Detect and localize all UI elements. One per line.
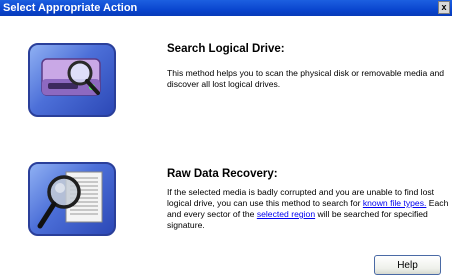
known-file-types-link[interactable]: known file types. (363, 198, 427, 208)
window-titlebar: Select Appropriate Action x (0, 0, 452, 16)
option-heading: Search Logical Drive: (167, 43, 285, 55)
close-button[interactable]: x (438, 1, 450, 14)
raw-data-magnifier-icon[interactable] (28, 162, 116, 236)
window-title: Select Appropriate Action (3, 2, 138, 14)
drive-search-icon[interactable] (28, 43, 116, 117)
help-button[interactable]: Help (374, 255, 441, 275)
option-heading: Raw Data Recovery: (167, 168, 278, 180)
selected-region-link[interactable]: selected region (257, 209, 315, 219)
option-description: If the selected media is badly corrupted… (167, 187, 452, 231)
option-description: This method helps you to scan the physic… (167, 68, 445, 89)
